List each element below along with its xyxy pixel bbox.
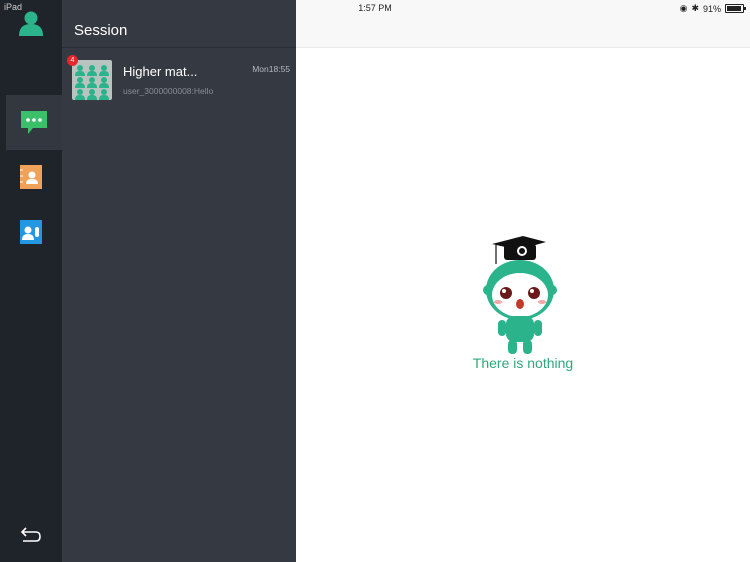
unread-badge: 4 — [67, 55, 78, 66]
status-time: 1:57 PM — [358, 3, 392, 13]
session-last-message: user_3000000008:Hello — [123, 86, 214, 96]
battery-percent: 91% — [702, 3, 721, 14]
group-avatar — [72, 60, 112, 100]
session-time: Mon18:55 — [252, 64, 290, 74]
orientation-lock-icon: ◉ — [679, 3, 688, 13]
group-card-icon — [20, 220, 42, 244]
back-button[interactable] — [0, 522, 62, 546]
chat-bubble-icon — [21, 110, 47, 134]
empty-state-text: There is nothing — [472, 355, 574, 371]
empty-mascot-illustration — [483, 236, 557, 354]
session-row[interactable]: 4 Higher mat... Mon18:55 user_3000000008… — [62, 48, 296, 106]
person-icon — [19, 11, 43, 36]
battery-icon — [725, 4, 746, 13]
contact-card-icon — [20, 165, 42, 189]
session-name: Higher mat... — [123, 64, 198, 79]
sidebar-item-messages[interactable] — [6, 95, 62, 150]
sidebar-rail — [0, 0, 62, 562]
bluetooth-icon: ✱ — [691, 3, 699, 13]
main-content: There is nothing — [296, 0, 750, 562]
session-panel: Session 4 Higher mat... Mon18:55 user_30… — [62, 0, 296, 562]
sidebar-item-contacts[interactable] — [0, 164, 62, 190]
status-right: ◉ ✱ 91% — [679, 3, 746, 14]
group-members-icon — [75, 65, 109, 100]
sidebar-item-groups[interactable] — [0, 219, 62, 245]
session-title: Session — [74, 22, 128, 39]
return-arrow-icon — [20, 527, 41, 542]
